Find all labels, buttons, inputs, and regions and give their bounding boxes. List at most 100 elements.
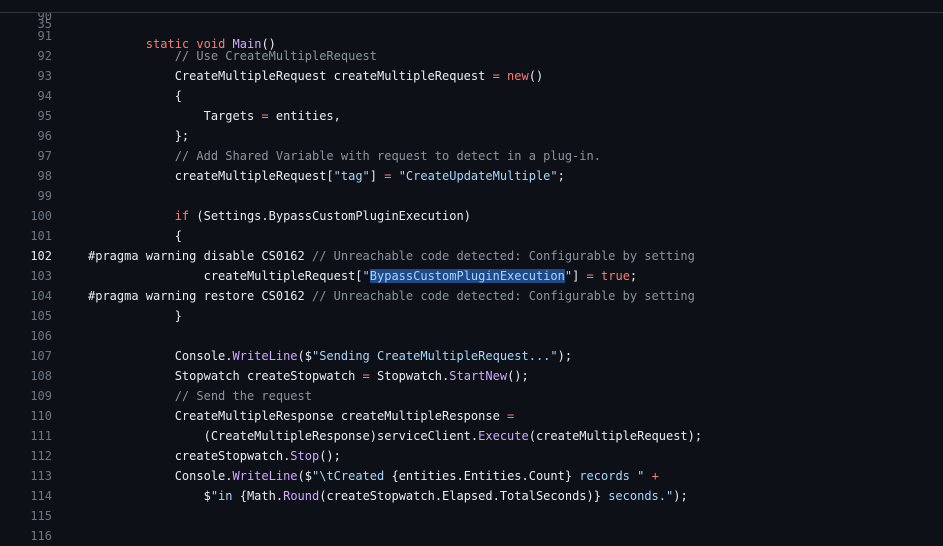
code-token: createMultipleRequest[ xyxy=(88,169,334,183)
code-token: Console. xyxy=(88,349,233,363)
code-text[interactable]: createMultipleRequest["tag"] = "CreateUp… xyxy=(88,166,565,186)
code-token: { xyxy=(88,89,182,103)
code-line[interactable]: 99 xyxy=(0,186,943,206)
code-token: WriteLine xyxy=(232,469,298,483)
code-text[interactable]: static void Main() xyxy=(88,34,276,54)
code-line[interactable]: 106 xyxy=(0,326,943,346)
code-line[interactable]: 94 { xyxy=(0,86,943,106)
code-line[interactable]: 107 Console.WriteLine($"Sending CreateMu… xyxy=(0,346,943,366)
code-token: Stopwatch. xyxy=(369,369,450,383)
code-token: // Unreachable code detected: Configurab… xyxy=(311,289,695,303)
code-text[interactable]: }; xyxy=(88,126,189,146)
line-number: 94 xyxy=(37,89,52,103)
line-number: 96 xyxy=(37,129,52,143)
code-token: (createStopwatch.Elapsed.TotalSeconds)} xyxy=(319,489,601,503)
code-text[interactable]: Targets = entities, xyxy=(88,106,341,126)
code-token: = xyxy=(261,109,269,123)
code-token: records " xyxy=(572,469,645,483)
code-token: #pragma warning restore CS0162 xyxy=(88,289,312,303)
code-token: Stopwatch createStopwatch xyxy=(88,369,363,383)
code-token: () xyxy=(261,37,276,51)
code-line[interactable]: 96 }; xyxy=(0,126,943,146)
code-token: entities, xyxy=(268,109,341,123)
code-text[interactable]: CreateMultipleRequest createMultipleRequ… xyxy=(88,66,544,86)
code-token: Stop xyxy=(290,449,320,463)
line-number: 108 xyxy=(30,369,52,383)
code-text[interactable]: { xyxy=(88,86,182,106)
code-line[interactable]: 102 #pragma warning disable CS0162 // Unr… xyxy=(0,246,943,266)
code-token: createMultipleRequest[ xyxy=(88,269,363,283)
code-token: Targets xyxy=(88,109,262,123)
code-line[interactable]: 114 $"in {Math.Round(createStopwatch.Ela… xyxy=(0,486,943,506)
code-text[interactable]: Console.WriteLine($"Sending CreateMultip… xyxy=(88,346,572,366)
code-token: CreateMultipleResponse createMultipleRes… xyxy=(88,409,508,423)
line-number: 106 xyxy=(30,329,52,343)
code-text[interactable]: // Send the request xyxy=(88,386,312,406)
code-line[interactable]: 111 (CreateMultipleResponse)serviceClien… xyxy=(0,426,943,446)
code-token: Console. xyxy=(88,469,233,483)
code-line[interactable]: 112 createStopwatch.Stop(); xyxy=(0,446,943,466)
line-number: 99 xyxy=(37,189,52,203)
code-token: "CreateUpdateMultiple" xyxy=(398,169,558,183)
code-token: if xyxy=(174,209,190,223)
code-token: new xyxy=(507,69,529,83)
code-token: = xyxy=(362,369,370,383)
line-number: 109 xyxy=(30,389,52,403)
code-line[interactable]: 98 createMultipleRequest["tag"] = "Creat… xyxy=(0,166,943,186)
code-token: // Send the request xyxy=(174,389,312,403)
line-number: 107 xyxy=(30,349,52,363)
line-number: 98 xyxy=(37,169,52,183)
code-token: ; xyxy=(629,269,638,283)
line-number: 103 xyxy=(30,269,52,283)
code-text[interactable]: Stopwatch createStopwatch = Stopwatch.St… xyxy=(88,366,529,386)
code-text[interactable]: CreateMultipleResponse createMultipleRes… xyxy=(88,406,515,426)
code-token: } xyxy=(88,309,182,323)
code-line[interactable]: 105 } xyxy=(0,306,943,326)
sticky-line[interactable]: 35 static void Main() xyxy=(0,0,943,51)
sticky-scroll-header[interactable]: 35 static void Main() xyxy=(0,0,943,51)
code-token: {entities.Entities.Count} xyxy=(391,469,573,483)
code-line[interactable]: 110 CreateMultipleResponse createMultipl… xyxy=(0,406,943,426)
code-text[interactable]: $"in {Math.Round(createStopwatch.Elapsed… xyxy=(88,486,688,506)
code-line[interactable]: 101 { xyxy=(0,226,943,246)
code-line[interactable]: 116 xyxy=(0,526,943,546)
code-token: "\tCreated xyxy=(311,469,392,483)
line-number: 113 xyxy=(30,469,52,483)
line-number: 110 xyxy=(30,409,52,423)
code-line[interactable]: 103 createMultipleRequest["BypassCustomP… xyxy=(0,266,943,286)
code-editor[interactable]: 90 91 92 // Use CreateMultipleRequest 93 Cr… xyxy=(0,6,943,546)
code-text[interactable]: #pragma warning disable CS0162 // Unreac… xyxy=(88,246,695,266)
code-token: { xyxy=(88,229,182,243)
code-text[interactable]: if (Settings.BypassCustomPluginExecution… xyxy=(88,206,471,226)
code-token: void xyxy=(196,37,226,51)
code-text[interactable]: #pragma warning restore CS0162 // Unreac… xyxy=(88,286,695,306)
code-token: Execute xyxy=(478,429,529,443)
code-line[interactable]: 109 // Send the request xyxy=(0,386,943,406)
code-line[interactable]: 100 if (Settings.BypassCustomPluginExecu… xyxy=(0,206,943,226)
code-line[interactable]: 93 CreateMultipleRequest createMultipleR… xyxy=(0,66,943,86)
code-text[interactable]: createStopwatch.Stop(); xyxy=(88,446,341,466)
code-text[interactable]: (CreateMultipleResponse)serviceClient.Ex… xyxy=(88,426,703,446)
code-text[interactable]: // Add Shared Variable with request to d… xyxy=(88,146,601,166)
line-number: 111 xyxy=(30,429,52,443)
code-line[interactable]: 95 Targets = entities, xyxy=(0,106,943,126)
code-text[interactable]: Console.WriteLine($"\tCreated {entities.… xyxy=(88,466,659,486)
code-line[interactable]: 97 // Add Shared Variable with request t… xyxy=(0,146,943,166)
code-token: () xyxy=(528,69,544,83)
code-line[interactable]: 115 xyxy=(0,506,943,526)
code-text[interactable]: } xyxy=(88,306,182,326)
code-text[interactable]: createMultipleRequest["BypassCustomPlugi… xyxy=(88,266,637,286)
code-token: (); xyxy=(319,449,341,463)
code-line[interactable]: 104 #pragma warning restore CS0162 // Unr… xyxy=(0,286,943,306)
code-line[interactable]: 108 Stopwatch createStopwatch = Stopwatc… xyxy=(0,366,943,386)
code-token: "tag" xyxy=(333,169,370,183)
code-text[interactable]: { xyxy=(88,226,182,246)
code-token: ] xyxy=(572,269,587,283)
code-line[interactable]: 113 Console.WriteLine($"\tCreated {entit… xyxy=(0,466,943,486)
line-number: 114 xyxy=(30,489,52,503)
